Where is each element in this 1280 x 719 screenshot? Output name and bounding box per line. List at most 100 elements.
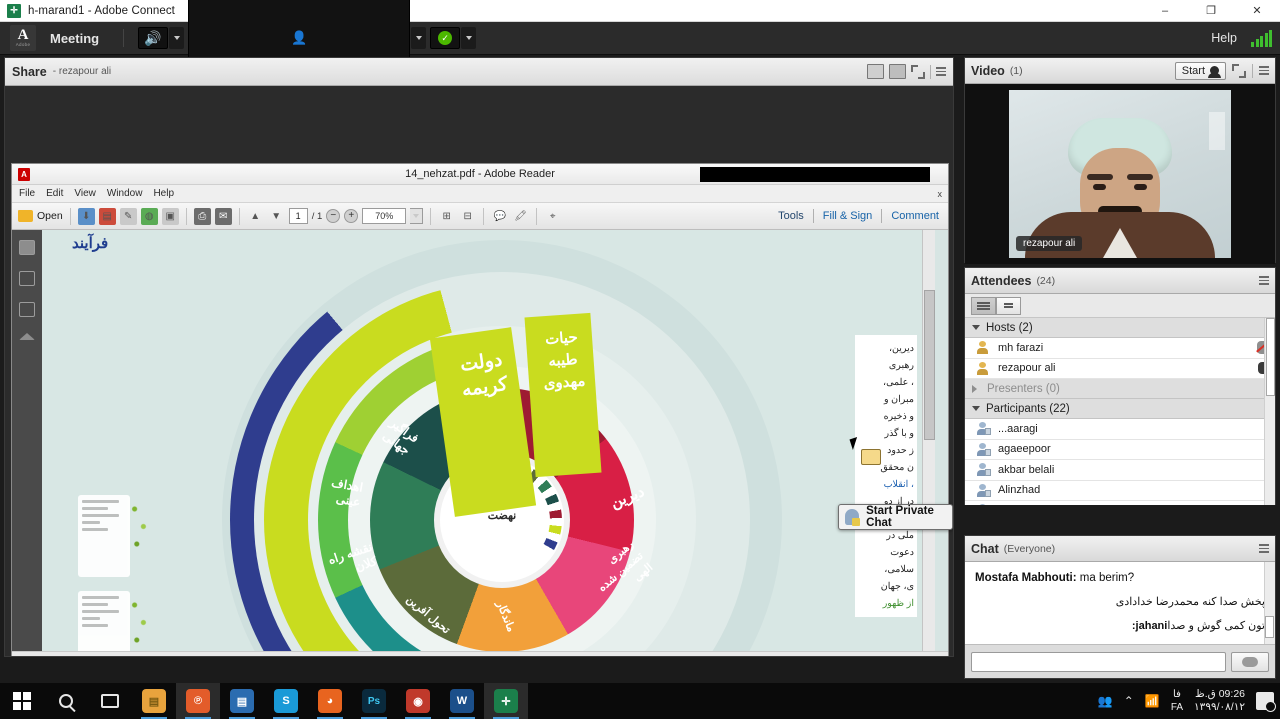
page-number-input[interactable]: 1 <box>288 208 308 224</box>
pod-options-icon[interactable] <box>936 67 946 76</box>
full-screen-icon[interactable] <box>1232 63 1246 78</box>
taskbar-excel-share[interactable]: ✛ <box>484 683 528 719</box>
fill-and-sign-tab[interactable]: Fill & Sign <box>823 210 873 222</box>
save-icon[interactable]: ⬇ <box>77 207 95 225</box>
send-message-button[interactable] <box>1231 651 1269 672</box>
chat-message-list[interactable]: Mostafa Mabhouti: ma berim? پخش صدا کنه … <box>965 562 1275 644</box>
tools-tab[interactable]: Tools <box>778 210 804 222</box>
start-webcam-button[interactable]: Start <box>1174 61 1226 80</box>
taskbar-recorder[interactable]: ◉ <box>396 683 440 719</box>
clock[interactable]: 09:26 ق.ظ ۱۳۹۹/۰۸/۱۲ <box>1194 688 1245 714</box>
attendees-scrollbar[interactable] <box>1264 318 1275 505</box>
print-icon[interactable]: ⎙ <box>193 207 211 225</box>
fit-width-icon[interactable]: ⊟ <box>459 208 476 225</box>
open-button[interactable]: Open <box>18 210 63 222</box>
wifi-icon[interactable]: 📶 <box>1145 694 1160 708</box>
maximize-button[interactable]: ❐ <box>1188 0 1234 22</box>
comment-tab[interactable]: Comment <box>891 210 939 222</box>
sign-icon[interactable]: ▣ <box>161 207 179 225</box>
minimize-button[interactable]: – <box>1142 0 1188 22</box>
list-item[interactable]: akbar belali <box>965 460 1275 481</box>
fit-page-icon[interactable]: ⊞ <box>438 208 455 225</box>
select-tool-icon[interactable]: ⌖ <box>544 208 561 225</box>
pod-options-icon[interactable] <box>1259 276 1269 285</box>
tooltip-label: Start Private Chat <box>866 505 934 529</box>
camera-chevron-down-icon[interactable] <box>411 27 427 49</box>
fit-page-icon[interactable] <box>867 64 884 79</box>
meeting-menu[interactable]: Meeting <box>50 31 99 46</box>
menu-help[interactable]: Help <box>153 188 174 199</box>
page-thumbnails-icon[interactable] <box>19 240 35 255</box>
attendee-group-hosts[interactable]: Hosts (2) <box>965 318 1275 338</box>
people-icon[interactable]: 👥 <box>1098 694 1113 708</box>
list-item[interactable]: rezapour ali <box>965 358 1275 379</box>
task-view-icon[interactable] <box>88 683 132 719</box>
previous-page-icon[interactable]: ▲ <box>247 208 264 225</box>
next-page-icon[interactable]: ▼ <box>268 208 285 225</box>
audio-control[interactable]: 🔊 <box>138 27 185 49</box>
pdf-vertical-scrollbar[interactable] <box>922 230 935 656</box>
language-indicator[interactable]: فا FA <box>1171 688 1183 714</box>
menu-file[interactable]: File <box>19 188 35 199</box>
taskbar-skype-business[interactable]: S <box>264 683 308 719</box>
zoom-out-icon[interactable]: − <box>326 209 341 223</box>
status-control[interactable]: ✓ <box>430 27 477 49</box>
card-view-icon[interactable] <box>996 296 1021 315</box>
full-screen-icon[interactable] <box>911 64 925 79</box>
audio-chevron-down-icon[interactable] <box>169 27 185 49</box>
show-hidden-icon[interactable]: ⌃ <box>1124 694 1134 708</box>
webcam-stream[interactable]: rezapour ali <box>1009 90 1231 258</box>
attendees-list[interactable]: Hosts (2) mh farazi rezapour ali Present… <box>965 318 1275 505</box>
taskbar-word[interactable]: W <box>440 683 484 719</box>
attendee-group-presenters[interactable]: Presenters (0) <box>965 379 1275 399</box>
speaker-icon[interactable]: 🔊 <box>138 27 169 49</box>
pod-options-icon[interactable] <box>1259 544 1269 553</box>
list-item[interactable]: Alinzhad <box>965 480 1275 501</box>
pdf-page-canvas[interactable]: فرآیند نهضت دیرین رهبری تضمین شده الهی م… <box>42 230 935 656</box>
zoom-chevron-down-icon[interactable] <box>410 208 424 224</box>
taskbar-photoshop[interactable]: Ps <box>352 683 396 719</box>
zoom-level-input[interactable]: 70% <box>362 208 407 224</box>
zoom-in-icon[interactable]: + <box>344 209 359 223</box>
list-item[interactable]: ...aaragi <box>965 419 1275 440</box>
action-center-icon[interactable] <box>1256 692 1276 712</box>
send-file-icon[interactable]: ◍ <box>140 207 158 225</box>
search-icon[interactable] <box>44 683 88 719</box>
attendees-scroll-thumb[interactable] <box>1266 318 1275 396</box>
email-icon[interactable]: ✉ <box>214 207 232 225</box>
menu-edit[interactable]: Edit <box>46 188 63 199</box>
status-chevron-down-icon[interactable] <box>461 27 477 49</box>
fit-width-icon[interactable] <box>889 64 906 79</box>
menu-view[interactable]: View <box>74 188 96 199</box>
comment-balloon-icon[interactable]: 💬 <box>491 208 508 225</box>
bookmarks-icon[interactable] <box>19 271 35 286</box>
windows-start-icon[interactable] <box>0 683 44 719</box>
menu-window[interactable]: Window <box>107 188 143 199</box>
list-item[interactable]: mh farazi <box>965 338 1275 359</box>
signal-bars-icon <box>1251 29 1272 47</box>
highlight-icon[interactable]: 🖍 <box>512 208 529 225</box>
export-pdf-icon[interactable]: ▤ <box>98 207 116 225</box>
list-view-icon[interactable] <box>971 296 996 315</box>
pod-options-icon[interactable] <box>1259 66 1269 75</box>
taskbar-file-explorer[interactable]: ▤ <box>132 683 176 719</box>
attachments-icon[interactable] <box>19 302 35 317</box>
window-title: h-marand1 - Adobe Connect <box>28 4 175 17</box>
list-item[interactable]: agaeepoor <box>965 439 1275 460</box>
create-pdf-icon[interactable]: ✎ <box>119 207 137 225</box>
taskbar-firefox[interactable]: ◕ <box>308 683 352 719</box>
close-button[interactable]: ✕ <box>1234 0 1280 22</box>
attendee-group-participants[interactable]: Participants (22) <box>965 399 1275 419</box>
pdf-view-area[interactable]: فرآیند نهضت دیرین رهبری تضمین شده الهی م… <box>12 230 948 656</box>
layers-icon[interactable] <box>19 333 35 340</box>
check-icon[interactable]: ✓ <box>430 27 461 49</box>
reader-close-icon[interactable]: x <box>938 189 943 199</box>
list-item[interactable]: alizaree <box>965 501 1275 505</box>
pdf-scroll-thumb[interactable] <box>924 290 935 440</box>
taskbar-outlook[interactable]: ▤ <box>220 683 264 719</box>
help-menu[interactable]: Help <box>1211 31 1237 45</box>
taskbar-adobe-connect[interactable]: ℗ <box>176 683 220 719</box>
chat-scroll-thumb[interactable] <box>1265 616 1274 638</box>
cursor-drag-icon <box>861 449 881 465</box>
chat-input[interactable] <box>971 651 1226 672</box>
